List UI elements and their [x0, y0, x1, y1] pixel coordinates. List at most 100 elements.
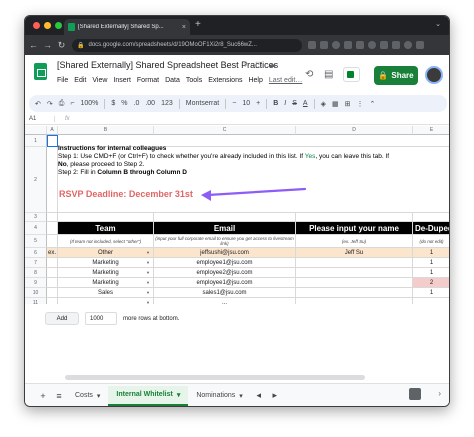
select-all-corner[interactable]: [25, 126, 47, 135]
menu-edit[interactable]: Edit: [74, 77, 86, 84]
share-button[interactable]: 🔒 Share: [374, 66, 418, 85]
dedup-cell[interactable]: 1: [413, 268, 449, 278]
dedup-cell[interactable]: 1: [413, 288, 449, 298]
row-header-1[interactable]: 1: [25, 135, 47, 147]
cell-a1[interactable]: [47, 135, 58, 147]
extension-icon[interactable]: [368, 41, 376, 49]
bold-button[interactable]: B: [273, 100, 278, 107]
profile-icon[interactable]: [404, 41, 412, 49]
menu-format[interactable]: Format: [137, 77, 159, 84]
comments-icon[interactable]: ▤: [324, 69, 333, 80]
row-header-7[interactable]: 7: [25, 258, 47, 268]
menu-insert[interactable]: Insert: [113, 77, 131, 84]
cell-e3[interactable]: [413, 213, 449, 222]
tab-close-icon[interactable]: ×: [182, 24, 186, 31]
undo-icon[interactable]: ↶: [35, 100, 41, 108]
font-size-input[interactable]: 10: [242, 100, 250, 107]
print-icon[interactable]: ⎙: [59, 100, 65, 108]
dedup-cell[interactable]: 1: [413, 248, 449, 258]
dropdown-arrow-icon[interactable]: ▼: [146, 290, 150, 295]
team-dropdown[interactable]: ▼: [58, 298, 154, 304]
team-dropdown[interactable]: Other ▼: [58, 248, 154, 258]
cell-a11[interactable]: [47, 298, 58, 304]
subheader-team[interactable]: (If team not included, select "other"): [58, 235, 154, 248]
cell-a4[interactable]: [47, 222, 58, 235]
menu-view[interactable]: View: [92, 77, 107, 84]
extension-icon[interactable]: [332, 41, 340, 49]
team-dropdown[interactable]: Sales ▼: [58, 288, 154, 298]
cell-a8[interactable]: [47, 268, 58, 278]
row-header-3[interactable]: 3: [25, 213, 47, 222]
menu-extensions[interactable]: Extensions: [208, 77, 242, 84]
cell-c3[interactable]: [154, 213, 296, 222]
cell-a10[interactable]: [47, 288, 58, 298]
name-cell[interactable]: [296, 258, 413, 268]
team-dropdown[interactable]: Marketing ▼: [58, 278, 154, 288]
example-label[interactable]: ex.: [47, 248, 58, 258]
more-formats-button[interactable]: 123: [161, 100, 173, 107]
email-cell[interactable]: sales1@jsu.com: [154, 288, 296, 298]
bookmark-star-icon[interactable]: [320, 41, 328, 49]
dropdown-arrow-icon[interactable]: ▼: [146, 250, 150, 255]
cloud-status-icon[interactable]: ☁: [268, 60, 276, 69]
italic-button[interactable]: I: [284, 100, 286, 107]
row-header-4[interactable]: 4: [25, 222, 47, 235]
rows-count-input[interactable]: 1000: [85, 312, 117, 325]
chevron-down-icon[interactable]: ▾: [239, 392, 243, 400]
scroll-tabs-left-icon[interactable]: ◂: [251, 390, 267, 401]
chevron-down-icon[interactable]: ▾: [177, 391, 181, 399]
subheader-name[interactable]: (ex. Jeff Su): [296, 235, 413, 248]
menu-tools[interactable]: Tools: [186, 77, 202, 84]
dedup-cell-duplicate[interactable]: 2: [413, 278, 449, 288]
kebab-menu-icon[interactable]: [416, 41, 424, 49]
cell-d3[interactable]: [296, 213, 413, 222]
column-header-e[interactable]: E: [413, 126, 449, 135]
name-cell[interactable]: [296, 278, 413, 288]
email-cell[interactable]: employee1@jsu.com: [154, 258, 296, 268]
header-team[interactable]: Team: [58, 222, 154, 235]
row-header-8[interactable]: 8: [25, 268, 47, 278]
decrease-decimal-button[interactable]: .0: [134, 100, 140, 107]
cell-a3[interactable]: [47, 213, 58, 222]
cell-a9[interactable]: [47, 278, 58, 288]
header-deduped[interactable]: De-Duped: [413, 222, 449, 235]
percent-button[interactable]: %: [121, 100, 127, 107]
collapse-icon[interactable]: ›: [438, 389, 441, 398]
collapse-toolbar-icon[interactable]: ⌃: [369, 100, 375, 108]
browser-tab[interactable]: [Shared Externally] Shared Sp... ×: [64, 19, 190, 35]
column-header-b[interactable]: B: [58, 126, 154, 135]
add-rows-button[interactable]: Add: [45, 312, 79, 325]
row-header-5[interactable]: 5: [25, 235, 47, 248]
zoom-select[interactable]: 100%: [80, 100, 98, 107]
scroll-tabs-right-icon[interactable]: ▸: [267, 390, 283, 401]
extension-icon[interactable]: [356, 41, 364, 49]
maximize-window-button[interactable]: [55, 22, 62, 29]
currency-button[interactable]: $: [111, 100, 115, 107]
row-header-11[interactable]: 11: [25, 298, 47, 304]
redo-icon[interactable]: ↷: [47, 100, 53, 108]
font-select[interactable]: Montserrat: [186, 100, 219, 107]
dropdown-arrow-icon[interactable]: ▼: [146, 280, 150, 285]
cell-a7[interactable]: [47, 258, 58, 268]
sidebar-icon[interactable]: [392, 41, 400, 49]
move-folder-icon[interactable]: ⬚: [255, 60, 263, 69]
column-header-a[interactable]: A: [47, 126, 58, 135]
column-header-d[interactable]: D: [296, 126, 413, 135]
scrollbar-thumb[interactable]: [65, 375, 365, 380]
history-icon[interactable]: ⟲: [305, 69, 313, 80]
name-cell[interactable]: [296, 268, 413, 278]
dedup-cell[interactable]: [413, 298, 449, 304]
email-cell[interactable]: employee1@jsu.com: [154, 278, 296, 288]
name-box[interactable]: A1: [25, 116, 55, 122]
all-sheets-icon[interactable]: ≡: [51, 391, 67, 401]
name-cell[interactable]: [296, 288, 413, 298]
dropdown-arrow-icon[interactable]: ▼: [146, 260, 150, 265]
font-size-increase-icon[interactable]: +: [256, 100, 260, 107]
font-size-decrease-icon[interactable]: −: [232, 100, 236, 107]
meet-button[interactable]: [343, 67, 360, 82]
cell-a5[interactable]: [47, 235, 58, 248]
header-email[interactable]: Email: [154, 222, 296, 235]
back-icon[interactable]: ←: [28, 40, 39, 50]
chevron-down-icon[interactable]: ▾: [97, 392, 101, 400]
menu-file[interactable]: File: [57, 77, 68, 84]
